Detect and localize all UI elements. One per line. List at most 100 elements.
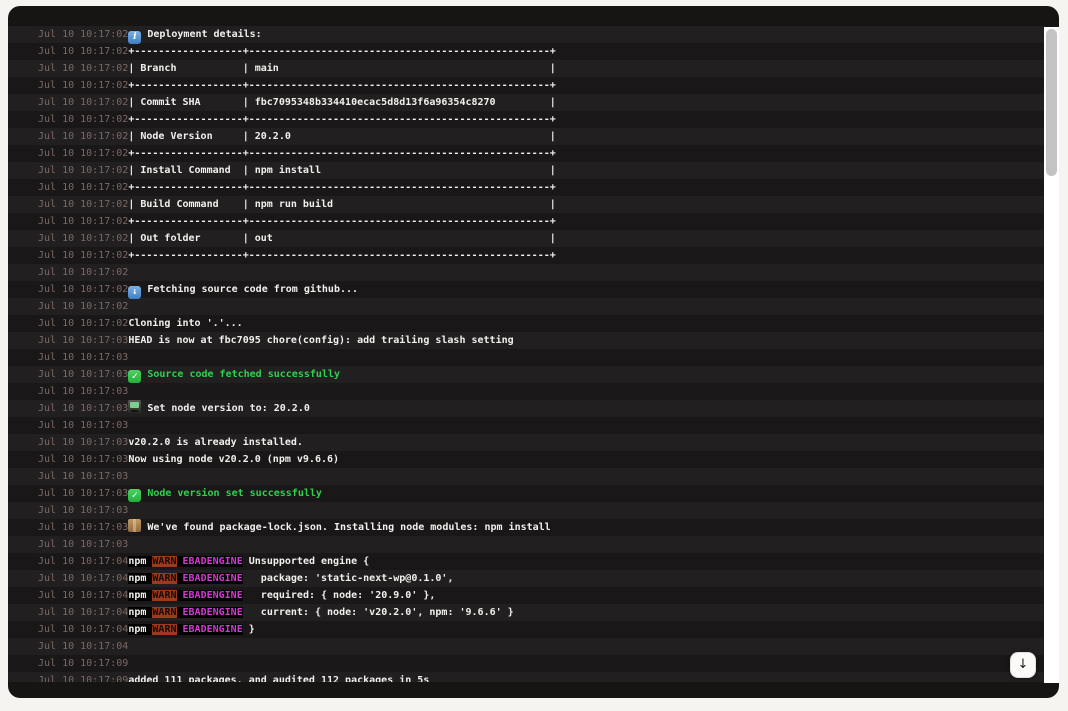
log-timestamp: Jul 10 10:17:03 bbox=[8, 468, 128, 485]
npm-label: npm bbox=[128, 624, 152, 635]
log-timestamp: Jul 10 10:17:09 bbox=[8, 655, 128, 672]
log-message: +------------------+--------------------… bbox=[128, 77, 555, 94]
log-text: Node version set successfully bbox=[147, 488, 322, 499]
log-message: | Branch | main | bbox=[128, 60, 555, 77]
log-line: Jul 10 10:17:03Now using node v20.2.0 (n… bbox=[8, 451, 1044, 468]
log-message: npm WARN EBADENGINE required: { node: '2… bbox=[128, 587, 435, 604]
log-line: Jul 10 10:17:03 bbox=[8, 502, 1044, 519]
log-text: } bbox=[249, 624, 255, 635]
deployment-log-panel: Jul 10 10:17:02iDeployment details:Jul 1… bbox=[8, 6, 1059, 698]
log-timestamp: Jul 10 10:17:03 bbox=[8, 349, 128, 366]
log-message: ✓Source code fetched successfully bbox=[128, 366, 340, 383]
log-timestamp: Jul 10 10:17:04 bbox=[8, 553, 128, 570]
log-line: Jul 10 10:17:04 bbox=[8, 638, 1044, 655]
log-message: Set node version to: 20.2.0 bbox=[128, 400, 310, 417]
npm-warn-prefix: npm WARN EBADENGINE bbox=[128, 573, 242, 584]
log-message: added 111 packages, and audited 112 pack… bbox=[128, 672, 429, 682]
warn-badge: WARN bbox=[152, 556, 176, 567]
log-timestamp: Jul 10 10:17:04 bbox=[8, 570, 128, 587]
log-line: Jul 10 10:17:02 bbox=[8, 298, 1044, 315]
log-line: Jul 10 10:17:03HEAD is now at fbc7095 ch… bbox=[8, 332, 1044, 349]
log-timestamp: Jul 10 10:17:02 bbox=[8, 128, 128, 145]
log-line: Jul 10 10:17:03✓Node version set success… bbox=[8, 485, 1044, 502]
log-text: Fetching source code from github... bbox=[147, 284, 358, 295]
log-text: added 111 packages, and audited 112 pack… bbox=[128, 675, 429, 682]
log-text: | Commit SHA | fbc7095348b334410ecac5d8d… bbox=[128, 97, 555, 108]
log-message: npm WARN EBADENGINE current: { node: 'v2… bbox=[128, 604, 513, 621]
log-timestamp: Jul 10 10:17:09 bbox=[8, 672, 128, 682]
log-line: Jul 10 10:17:02+------------------+-----… bbox=[8, 213, 1044, 230]
log-text: HEAD is now at fbc7095 chore(config): ad… bbox=[128, 335, 513, 346]
log-timestamp: Jul 10 10:17:03 bbox=[8, 417, 128, 434]
log-line: Jul 10 10:17:03✓Source code fetched succ… bbox=[8, 366, 1044, 383]
log-text: +------------------+--------------------… bbox=[128, 114, 555, 125]
log-message: iDeployment details: bbox=[128, 26, 261, 43]
log-timestamp: Jul 10 10:17:02 bbox=[8, 281, 128, 298]
log-message: npm WARN EBADENGINE Unsupported engine { bbox=[128, 553, 369, 570]
log-line: Jul 10 10:17:03 bbox=[8, 383, 1044, 400]
log-timestamp: Jul 10 10:17:02 bbox=[8, 162, 128, 179]
log-timestamp: Jul 10 10:17:02 bbox=[8, 77, 128, 94]
log-timestamp: Jul 10 10:17:02 bbox=[8, 111, 128, 128]
log-message: Now using node v20.2.0 (npm v9.6.6) bbox=[128, 451, 339, 468]
log-line: Jul 10 10:17:04npm WARN EBADENGINE curre… bbox=[8, 604, 1044, 621]
log-timestamp: Jul 10 10:17:03 bbox=[8, 536, 128, 553]
log-line: Jul 10 10:17:02↓Fetching source code fro… bbox=[8, 281, 1044, 298]
log-text: | Out folder | out | bbox=[128, 233, 555, 244]
log-timestamp: Jul 10 10:17:03 bbox=[8, 366, 128, 383]
log-timestamp: Jul 10 10:17:03 bbox=[8, 434, 128, 451]
log-line: Jul 10 10:17:03 bbox=[8, 468, 1044, 485]
npm-warn-prefix: npm WARN EBADENGINE bbox=[128, 607, 242, 618]
log-timestamp: Jul 10 10:17:03 bbox=[8, 485, 128, 502]
log-text: v20.2.0 is already installed. bbox=[128, 437, 303, 448]
warn-badge: WARN bbox=[152, 607, 176, 618]
log-message: npm WARN EBADENGINE } bbox=[128, 621, 254, 638]
log-message: ✓Node version set successfully bbox=[128, 485, 322, 502]
warn-badge: WARN bbox=[152, 590, 176, 601]
log-message: | Install Command | npm install | bbox=[128, 162, 555, 179]
log-message: Cloning into '.'... bbox=[128, 315, 242, 332]
log-line: Jul 10 10:17:02| Branch | main | bbox=[8, 60, 1044, 77]
scrollbar-thumb[interactable] bbox=[1046, 29, 1057, 176]
log-line: Jul 10 10:17:02+------------------+-----… bbox=[8, 111, 1044, 128]
npm-label: npm bbox=[128, 607, 152, 618]
log-line: Jul 10 10:17:04npm WARN EBADENGINE Unsup… bbox=[8, 553, 1044, 570]
log-timestamp: Jul 10 10:17:02 bbox=[8, 315, 128, 332]
log-text: Source code fetched successfully bbox=[147, 369, 340, 380]
log-timestamp: Jul 10 10:17:04 bbox=[8, 587, 128, 604]
scrollbar-track[interactable] bbox=[1044, 27, 1059, 683]
log-message: | Commit SHA | fbc7095348b334410ecac5d8d… bbox=[128, 94, 555, 111]
log-viewport[interactable]: Jul 10 10:17:02iDeployment details:Jul 1… bbox=[8, 26, 1044, 682]
log-message: | Out folder | out | bbox=[128, 230, 555, 247]
log-line: Jul 10 10:17:03Set node version to: 20.2… bbox=[8, 400, 1044, 417]
log-line: Jul 10 10:17:02+------------------+-----… bbox=[8, 179, 1044, 196]
npm-warn-prefix: npm WARN EBADENGINE bbox=[128, 590, 242, 601]
warn-code-label: EBADENGINE bbox=[177, 556, 243, 567]
log-text: Deployment details: bbox=[147, 29, 261, 40]
log-message: HEAD is now at fbc7095 chore(config): ad… bbox=[128, 332, 513, 349]
log-lines: Jul 10 10:17:02iDeployment details:Jul 1… bbox=[8, 26, 1044, 682]
npm-label: npm bbox=[128, 590, 152, 601]
log-line: Jul 10 10:17:02+------------------+-----… bbox=[8, 43, 1044, 60]
log-line: Jul 10 10:17:04npm WARN EBADENGINE } bbox=[8, 621, 1044, 638]
log-text: current: { node: 'v20.2.0', npm: '9.6.6'… bbox=[249, 607, 514, 618]
log-timestamp: Jul 10 10:17:02 bbox=[8, 26, 128, 43]
scroll-down-icon: ↓ bbox=[1018, 657, 1029, 672]
npm-warn-prefix: npm WARN EBADENGINE bbox=[128, 556, 242, 567]
log-line: Jul 10 10:17:02+------------------+-----… bbox=[8, 145, 1044, 162]
warn-code-label: EBADENGINE bbox=[177, 624, 243, 635]
log-text: +------------------+--------------------… bbox=[128, 216, 555, 227]
log-line: Jul 10 10:17:03 bbox=[8, 349, 1044, 366]
log-text: | Install Command | npm install | bbox=[128, 165, 555, 176]
log-line: Jul 10 10:17:09 bbox=[8, 655, 1044, 672]
log-text: Set node version to: 20.2.0 bbox=[147, 403, 310, 414]
log-message: +------------------+--------------------… bbox=[128, 247, 555, 264]
log-timestamp: Jul 10 10:17:03 bbox=[8, 451, 128, 468]
log-line: Jul 10 10:17:02| Install Command | npm i… bbox=[8, 162, 1044, 179]
log-text: | Branch | main | bbox=[128, 63, 555, 74]
log-timestamp: Jul 10 10:17:04 bbox=[8, 604, 128, 621]
log-text: | Node Version | 20.2.0 | bbox=[128, 131, 555, 142]
log-message: +------------------+--------------------… bbox=[128, 145, 555, 162]
scroll-to-bottom-button[interactable]: ↓ bbox=[1010, 652, 1036, 678]
log-message: +------------------+--------------------… bbox=[128, 179, 555, 196]
